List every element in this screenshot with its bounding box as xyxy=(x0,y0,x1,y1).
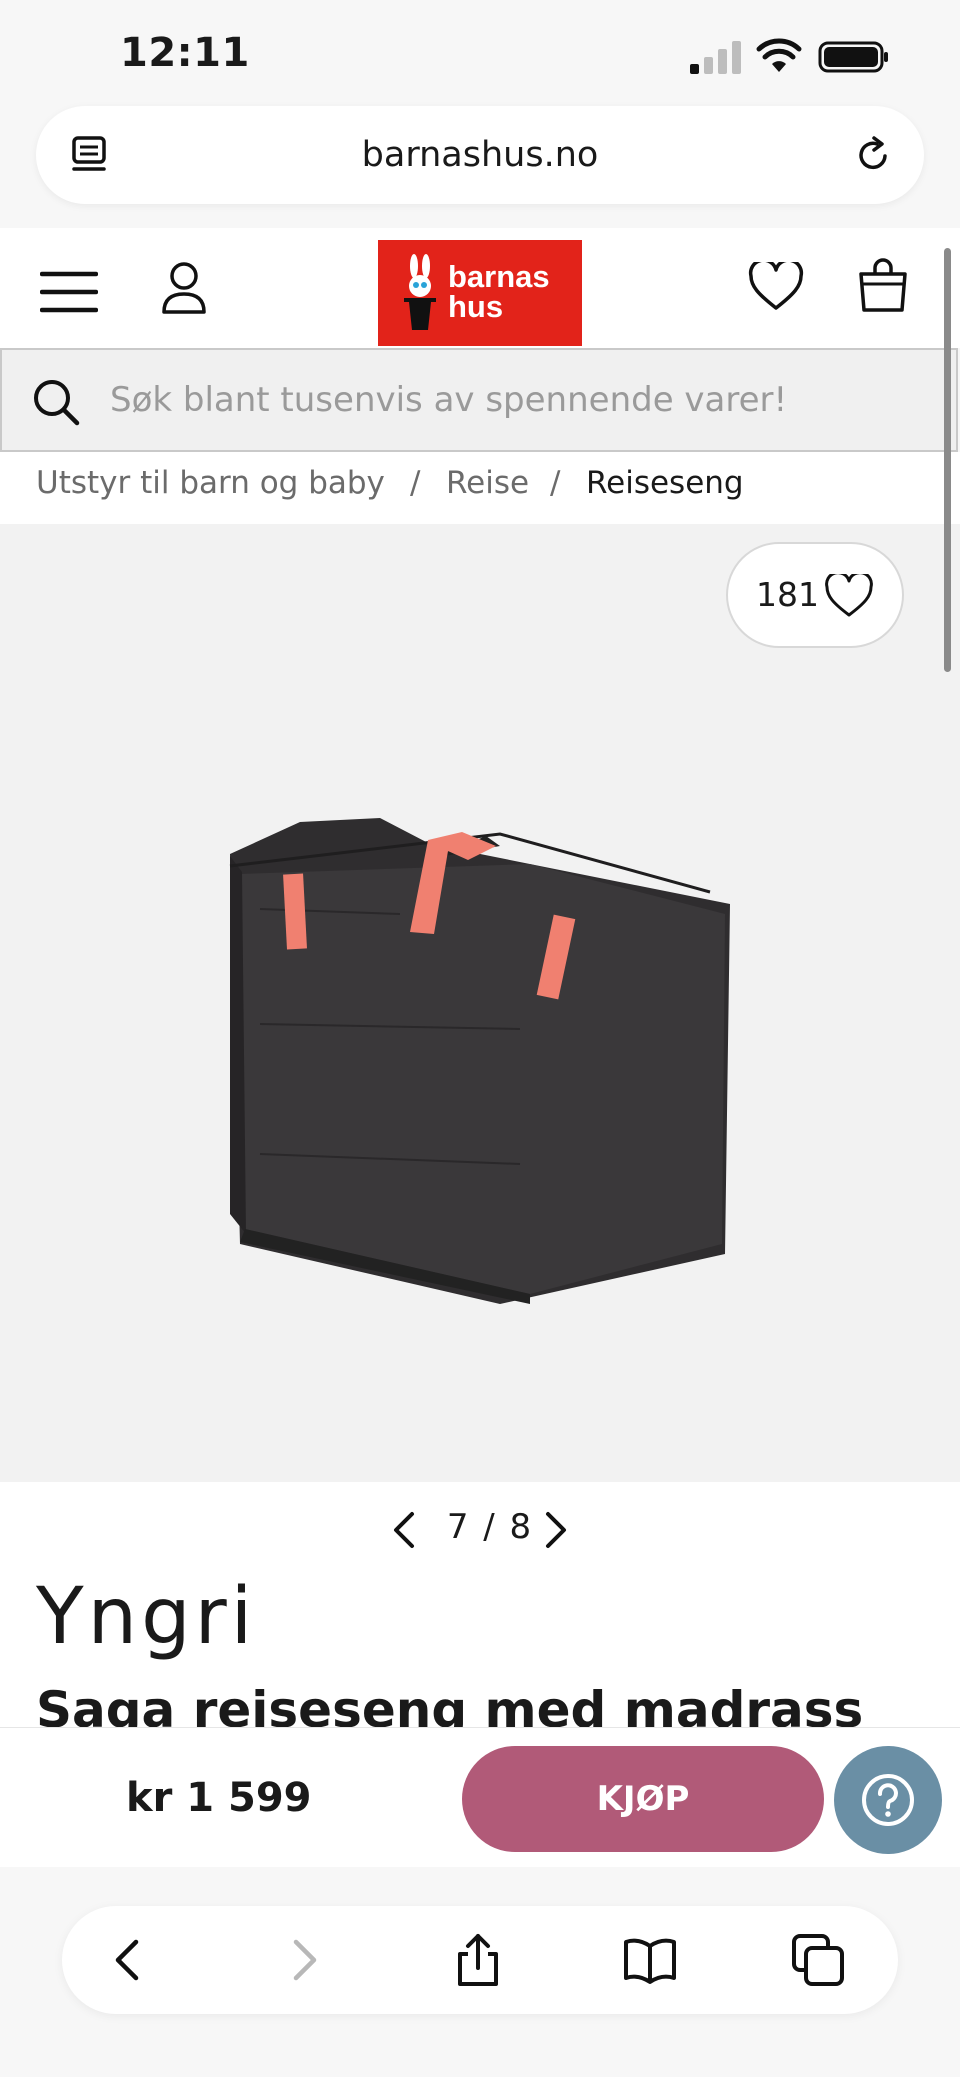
wifi-icon xyxy=(756,38,802,72)
chevron-left-icon[interactable] xyxy=(390,1510,418,1550)
user-icon[interactable] xyxy=(160,260,208,316)
breadcrumb: Utstyr til barn og baby / Reise / Reises… xyxy=(0,452,960,524)
like-count: 181 xyxy=(756,575,819,614)
product-image xyxy=(229,818,730,1304)
heart-icon[interactable] xyxy=(748,262,804,312)
logo-text: barnas hus xyxy=(448,259,550,324)
status-time: 12:11 xyxy=(120,30,250,76)
breadcrumb-item-reise[interactable]: Reise xyxy=(446,452,529,514)
page-scrollbar[interactable] xyxy=(944,248,951,672)
buy-bar: kr 1 599 KJØP xyxy=(0,1727,960,1868)
product-gallery[interactable]: 181 xyxy=(0,524,960,1482)
reader-icon[interactable] xyxy=(70,134,110,176)
help-icon xyxy=(862,1774,914,1826)
gallery-pager: 7 / 8 xyxy=(0,1482,960,1572)
breadcrumb-item-reiseseng: Reiseseng xyxy=(586,465,744,501)
menu-icon[interactable] xyxy=(40,270,98,314)
search-box[interactable]: Søk blant tusenvis av spennende varer! xyxy=(0,348,958,452)
reload-icon[interactable] xyxy=(854,134,894,176)
brand-logo[interactable]: Yngri xyxy=(36,1572,256,1662)
breadcrumb-separator: / xyxy=(410,465,421,501)
forward-icon[interactable] xyxy=(274,1932,330,1988)
site-logo[interactable]: barnas hus xyxy=(378,240,582,346)
gallery-separator: / xyxy=(483,1507,497,1547)
buy-button[interactable]: KJØP xyxy=(462,1746,824,1852)
gallery-current: 7 xyxy=(446,1507,471,1547)
gallery-total: 8 xyxy=(509,1507,534,1547)
breadcrumb-item-utstyr[interactable]: Utstyr til barn og baby xyxy=(36,452,385,514)
share-icon[interactable] xyxy=(450,1932,506,1988)
heart-icon xyxy=(825,574,873,617)
chevron-right-icon[interactable] xyxy=(542,1510,570,1550)
bag-icon[interactable] xyxy=(858,258,908,314)
wishlist-button[interactable]: 181 xyxy=(726,542,904,648)
help-button[interactable] xyxy=(834,1746,942,1854)
search-icon[interactable] xyxy=(32,378,80,426)
url-text[interactable]: barnashus.no xyxy=(36,106,924,204)
back-icon[interactable] xyxy=(102,1932,158,1988)
logo-line-1: barnas xyxy=(448,259,550,294)
breadcrumb-separator: / xyxy=(550,465,561,501)
site-header: barnas hus xyxy=(0,228,960,348)
signal-icon xyxy=(690,41,741,74)
product-header: Yngri Saga reiseseng med madrass xyxy=(0,1572,960,1739)
address-bar[interactable]: barnashus.no xyxy=(36,106,924,204)
tabs-icon[interactable] xyxy=(790,1932,846,1988)
search-input[interactable]: Søk blant tusenvis av spennende varer! xyxy=(110,350,787,450)
battery-icon xyxy=(818,41,888,73)
status-bar: 12:11 xyxy=(0,0,960,105)
logo-line-2: hus xyxy=(448,289,504,324)
bunny-logo-icon xyxy=(404,254,436,330)
product-price: kr 1 599 xyxy=(126,1775,312,1821)
bookmarks-icon[interactable] xyxy=(622,1932,678,1988)
browser-toolbar xyxy=(62,1906,898,2014)
gallery-counter: 7 / 8 xyxy=(430,1482,550,1572)
